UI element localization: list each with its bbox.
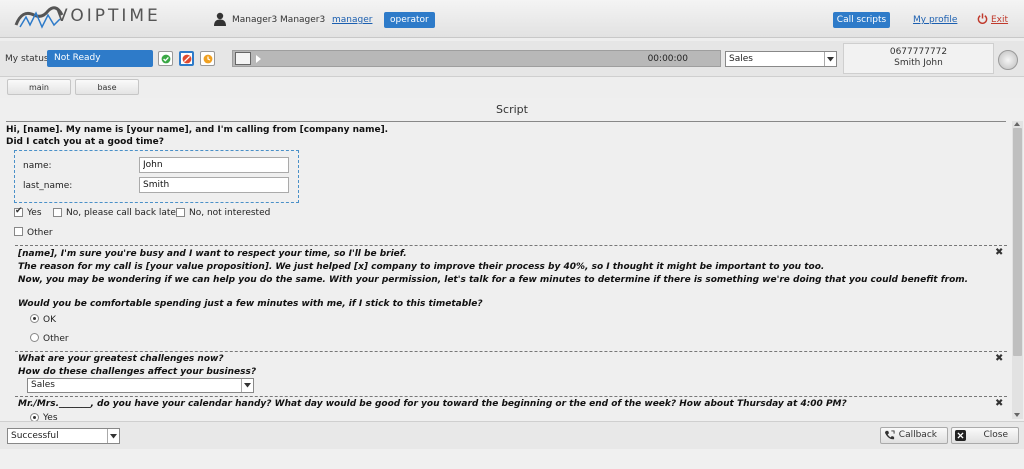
option-not-interested-label: No, not interested	[189, 208, 271, 218]
status-select[interactable]: Not Ready	[47, 50, 153, 67]
intro-line-1: [name], I'm sure you're busy and I want …	[18, 249, 407, 259]
calendar-icon[interactable]	[235, 52, 251, 65]
intro-line-3: Now, you may be wondering if we can help…	[18, 275, 969, 285]
not-ready-button[interactable]	[179, 51, 194, 66]
play-icon[interactable]	[256, 55, 261, 63]
option-yes-label: Yes	[27, 208, 42, 218]
callback-button[interactable]: Callback	[880, 427, 948, 444]
power-icon[interactable]	[977, 13, 988, 24]
check-icon	[161, 54, 170, 63]
ready-button[interactable]	[158, 51, 173, 66]
call-timer: 00:00:00	[647, 54, 688, 64]
footer-bar: Successful Callback Close	[0, 421, 1024, 449]
intro-line-2: The reason for my call is [your value pr…	[18, 262, 825, 272]
my-status-label: My status:	[5, 54, 52, 64]
challenges-line-1: What are your greatest challenges now?	[18, 354, 224, 364]
script-section-challenges	[15, 351, 1007, 352]
radio-other[interactable]	[30, 333, 39, 342]
logo-text: VOIPTIME	[56, 6, 161, 26]
greeting-line-2: Did I catch you at a good time?	[6, 137, 164, 147]
pause-button[interactable]	[200, 51, 215, 66]
script-panel: Script Hi, [name]. My name is [your name…	[0, 98, 1024, 423]
chevron-down-icon[interactable]	[824, 52, 836, 66]
caller-info: 0677777772 Smith John	[843, 43, 994, 74]
tab-main[interactable]: main	[7, 79, 71, 95]
my-profile-link[interactable]: My profile	[913, 15, 957, 25]
stop-icon	[182, 54, 191, 63]
checkbox-call-back[interactable]	[53, 208, 62, 217]
caller-phone: 0677777772	[889, 47, 948, 57]
script-section-intro	[15, 245, 1007, 246]
exit-link[interactable]: Exit	[991, 15, 1008, 25]
divider	[6, 121, 1006, 122]
chevron-down-icon[interactable]	[107, 429, 119, 443]
dial-button[interactable]	[998, 50, 1018, 70]
operator-button[interactable]: operator	[384, 12, 435, 28]
manager-link[interactable]: manager	[332, 15, 372, 25]
greeting-line-1: Hi, [name]. My name is [your name], and …	[6, 125, 389, 135]
call-player: 00:00:00	[232, 50, 721, 67]
tab-base[interactable]: base	[75, 79, 139, 95]
last-name-label: last_name:	[23, 181, 73, 191]
call-result-value: Successful	[11, 431, 59, 441]
name-label: name:	[23, 161, 52, 171]
close-icon[interactable]: ✖	[995, 398, 1003, 409]
vertical-scrollbar[interactable]	[1012, 121, 1023, 419]
chevron-down-icon[interactable]	[241, 379, 253, 392]
checkbox-not-interested[interactable]	[176, 208, 185, 217]
queue-value: Sales	[729, 54, 753, 64]
option-call-back-label: No, please call back later	[66, 208, 180, 218]
clock-icon	[203, 54, 212, 63]
scroll-down-icon[interactable]	[1014, 413, 1020, 417]
script-section-calendar	[15, 396, 1007, 397]
option-other-label: Other	[27, 228, 53, 238]
close-button[interactable]: Close	[951, 427, 1019, 444]
close-label: Close	[983, 430, 1008, 440]
challenges-line-2: How do these challenges affect your busi…	[18, 367, 257, 377]
scroll-thumb[interactable]	[1013, 128, 1022, 356]
scroll-up-icon[interactable]	[1014, 122, 1020, 126]
call-scripts-button[interactable]: Call scripts	[833, 12, 890, 28]
last-name-input[interactable]	[139, 177, 289, 193]
close-icon[interactable]: ✖	[995, 353, 1003, 364]
call-result-select[interactable]: Successful	[7, 428, 120, 444]
status-bar: My status: Not Ready 00:00:00 Sales 0677…	[0, 41, 1024, 77]
user-name: Manager3 Manager3	[232, 15, 326, 25]
challenges-dropdown-value: Sales	[31, 380, 55, 390]
radio-ok-label: OK	[43, 315, 56, 325]
bottom-strip	[0, 449, 1024, 469]
queue-select[interactable]: Sales	[725, 51, 837, 67]
top-header: VOIPTIME Manager3 Manager3 manager opera…	[0, 0, 1024, 38]
caller-name: Smith John	[894, 58, 943, 68]
radio-other-label: Other	[43, 334, 69, 344]
challenges-dropdown[interactable]: Sales	[27, 378, 254, 393]
callback-label: Callback	[898, 430, 937, 440]
radio-ok[interactable]	[30, 314, 39, 323]
phone-callback-icon	[884, 430, 895, 440]
user-icon	[214, 12, 226, 26]
intro-question: Would you be comfortable spending just a…	[18, 299, 483, 309]
name-input[interactable]	[139, 157, 289, 173]
close-icon[interactable]: ✖	[995, 247, 1003, 258]
close-icon	[955, 430, 966, 441]
contact-form: name: last_name:	[14, 150, 299, 203]
checkbox-other[interactable]	[14, 227, 23, 236]
calendar-line-1: Mr./Mrs._______, do you have your calend…	[18, 399, 847, 409]
checkbox-yes[interactable]	[14, 206, 23, 217]
script-title: Script	[496, 103, 528, 116]
